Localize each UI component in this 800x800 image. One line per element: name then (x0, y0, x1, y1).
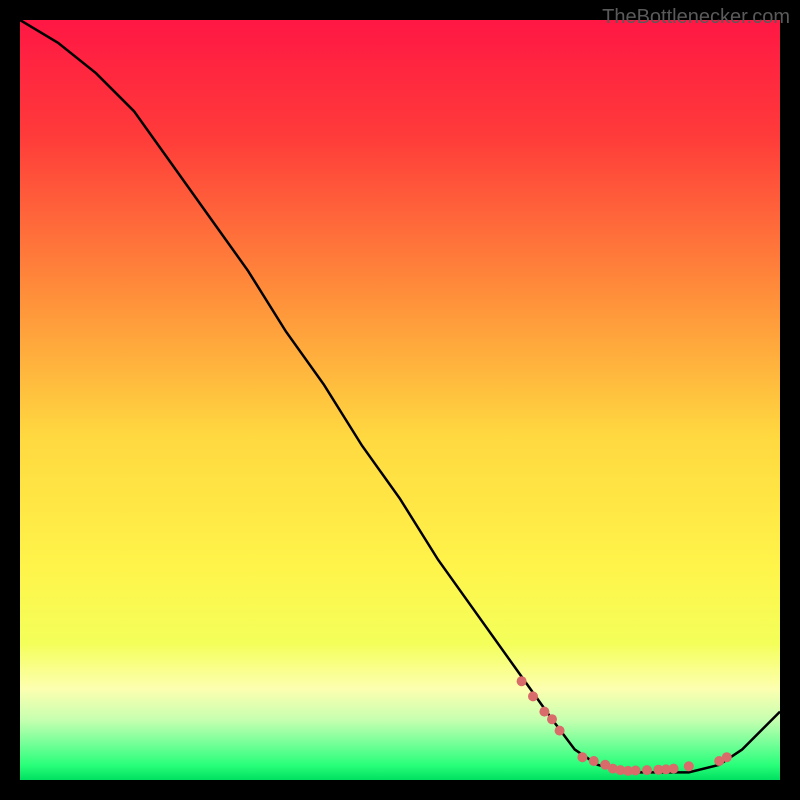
chart-container: TheBottlenecker.com (0, 0, 800, 800)
marker-dot (722, 752, 732, 762)
marker-dot (684, 761, 694, 771)
marker-dot (528, 691, 538, 701)
marker-dot (642, 765, 652, 775)
marker-dot (517, 676, 527, 686)
marker-dot (669, 764, 679, 774)
marker-dot (547, 714, 557, 724)
chart-svg (20, 20, 780, 780)
marker-dot (589, 756, 599, 766)
curve-line (20, 20, 780, 772)
plot-area (20, 20, 780, 780)
watermark-text: TheBottlenecker.com (602, 6, 790, 29)
marker-dot (577, 752, 587, 762)
marker-dot (555, 726, 565, 736)
marker-dot (539, 707, 549, 717)
markers (517, 676, 732, 776)
marker-dot (631, 766, 641, 776)
